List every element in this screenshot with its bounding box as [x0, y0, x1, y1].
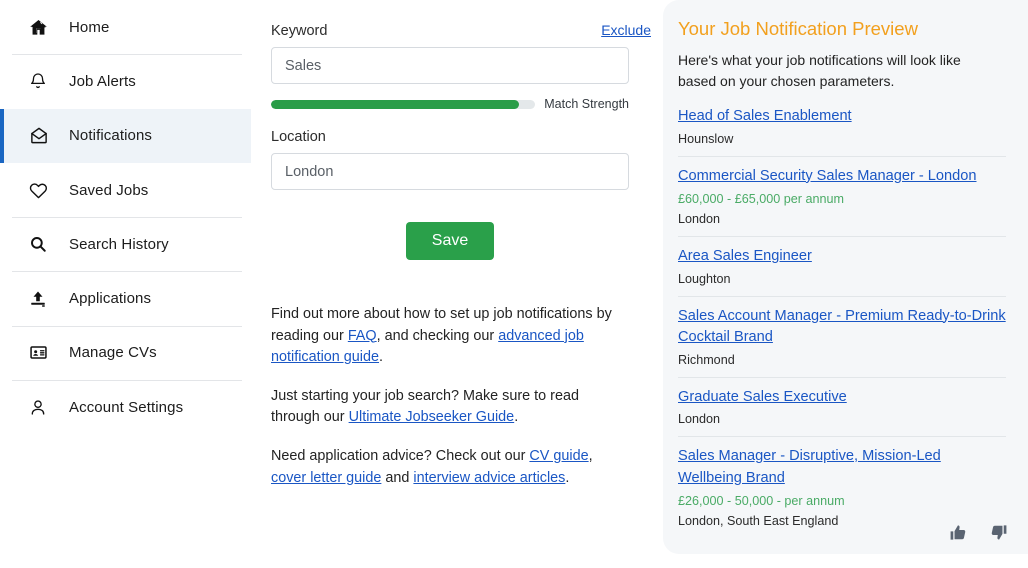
sidebar-item-applications[interactable]: Applications — [0, 271, 251, 325]
help-p3-text-b: , — [588, 447, 593, 464]
save-button[interactable]: Save — [405, 222, 495, 260]
job-list-item: Sales Account Manager - Premium Ready-to… — [678, 295, 1006, 377]
job-salary: £26,000 - 50,000 - per annum — [678, 494, 845, 508]
home-icon — [29, 18, 53, 37]
sidebar-item-job-alerts[interactable]: Job Alerts — [0, 54, 251, 108]
match-strength-label: Match Strength — [544, 97, 629, 111]
help-p1-text-b: , and checking our — [376, 327, 499, 344]
sidebar-item-search-history[interactable]: Search History — [0, 217, 251, 271]
match-strength-bar — [271, 99, 536, 109]
sidebar-item-label: Applications — [69, 290, 152, 308]
job-title-link[interactable]: Head of Sales Enablement — [678, 108, 852, 124]
sidebar-item-manage-cvs[interactable]: Manage CVs — [0, 325, 251, 380]
help-p3-text-c: and — [381, 469, 414, 486]
cv-guide-link[interactable]: CV guide — [529, 448, 588, 464]
exclude-link[interactable]: Exclude — [601, 22, 651, 38]
upload-icon — [29, 290, 53, 308]
job-list-item: Graduate Sales Executive London — [678, 376, 1006, 437]
job-location: Loughton — [678, 271, 731, 286]
sidebar: Home Job Alerts Notifications Saved Jobs — [0, 0, 251, 568]
location-field-header: Location — [271, 129, 651, 145]
thumbs-up-icon[interactable] — [949, 523, 968, 542]
keyword-field-header: Keyword Exclude — [271, 22, 651, 39]
envelope-open-icon — [29, 126, 53, 145]
job-list: Head of Sales Enablement Hounslow Commerci… — [678, 106, 1006, 538]
help-p3-text-a: Need application advice? Check out our — [271, 447, 530, 464]
location-label: Location — [271, 129, 326, 145]
help-paragraph-2: Just starting your job search? Make sure… — [271, 386, 631, 429]
job-location: London — [678, 212, 721, 226]
help-p2-text-b: . — [514, 409, 519, 426]
sidebar-item-saved-jobs[interactable]: Saved Jobs — [0, 163, 251, 217]
heart-icon — [29, 181, 53, 200]
job-list-item: Area Sales Engineer Loughton — [678, 236, 1006, 296]
thumbs-down-icon[interactable] — [989, 523, 1008, 542]
location-input[interactable] — [271, 153, 629, 190]
sidebar-item-notifications[interactable]: Notifications — [0, 108, 251, 163]
match-strength-fill — [271, 99, 520, 109]
job-list-item: Commercial Security Sales Manager - Lond… — [678, 155, 1006, 237]
sidebar-item-home[interactable]: Home — [0, 0, 251, 54]
job-title-link[interactable]: Sales Manager - Disruptive, Mission-Led … — [678, 448, 941, 486]
job-title-link[interactable]: Area Sales Engineer — [678, 248, 812, 264]
keyword-input[interactable] — [271, 47, 629, 84]
sidebar-item-label: Account Settings — [69, 398, 184, 416]
keyword-label: Keyword — [271, 23, 328, 39]
cover-letter-guide-link[interactable]: cover letter guide — [271, 470, 381, 486]
jobseeker-guide-link[interactable]: Ultimate Jobseeker Guide — [349, 409, 515, 425]
job-notification-preview-panel: Your Job Notification Preview Here's wha… — [663, 0, 1028, 554]
save-button-row: Save — [271, 222, 629, 260]
sidebar-item-label: Home — [69, 18, 110, 36]
search-icon — [29, 235, 53, 253]
help-p1-text-c: . — [379, 349, 384, 366]
job-location: London — [678, 412, 721, 426]
job-location: Richmond — [678, 352, 735, 367]
bell-icon — [29, 72, 53, 91]
help-paragraph-3: Need application advice? Check out our C… — [271, 446, 631, 489]
faq-link[interactable]: FAQ — [348, 328, 377, 344]
notification-form: Keyword Exclude Match Strength Location … — [251, 0, 663, 568]
sidebar-item-label: Search History — [69, 235, 169, 253]
sidebar-item-account-settings[interactable]: Account Settings — [0, 380, 251, 434]
id-card-icon — [29, 343, 53, 362]
preview-title: Your Job Notification Preview — [678, 18, 918, 39]
help-p3-text-d: . — [565, 469, 570, 486]
sidebar-item-label: Manage CVs — [69, 344, 157, 362]
notifications-page: Home Job Alerts Notifications Saved Jobs — [0, 0, 1028, 568]
interview-advice-link[interactable]: interview advice articles — [413, 470, 565, 486]
job-title-link[interactable]: Graduate Sales Executive — [678, 389, 847, 405]
job-title-link[interactable]: Commercial Security Sales Manager - Lond… — [678, 168, 977, 184]
sidebar-item-label: Notifications — [69, 127, 153, 145]
feedback-controls — [949, 523, 1008, 542]
sidebar-item-label: Job Alerts — [69, 72, 136, 90]
job-title-link[interactable]: Sales Account Manager - Premium Ready-to… — [678, 308, 1006, 346]
match-strength: Match Strength — [271, 97, 629, 111]
help-text: Find out more about how to set up job no… — [271, 304, 631, 489]
help-paragraph-1: Find out more about how to set up job no… — [271, 304, 631, 369]
user-icon — [29, 398, 53, 417]
preview-subtitle: Here's what your job notifications will … — [678, 52, 961, 89]
job-list-item: Head of Sales Enablement Hounslow — [678, 106, 1006, 156]
sidebar-item-label: Saved Jobs — [69, 181, 149, 199]
job-salary: £60,000 - £65,000 per annum — [678, 192, 844, 206]
job-location: Hounslow — [678, 131, 734, 146]
